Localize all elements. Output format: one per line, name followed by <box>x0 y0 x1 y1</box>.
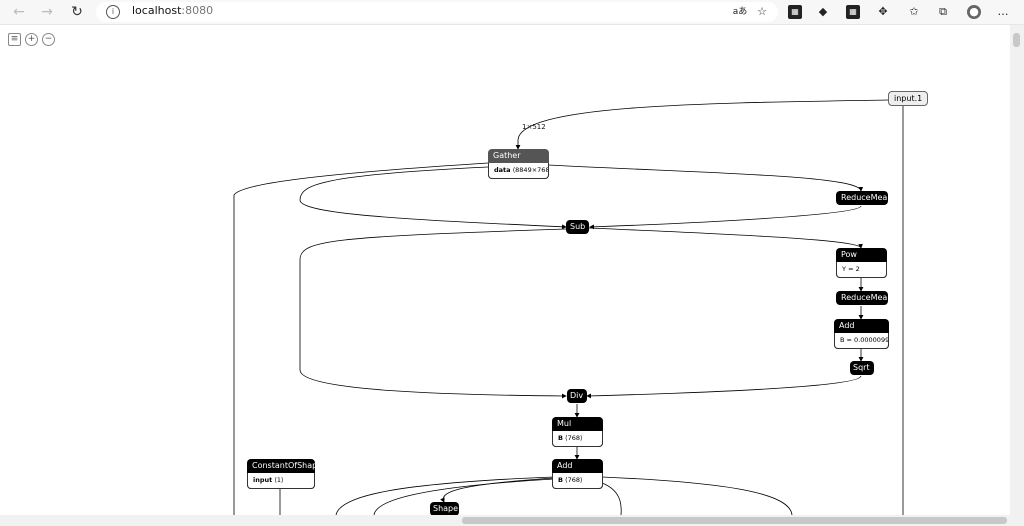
node-reducemean-2[interactable]: ReduceMean <box>836 291 893 305</box>
extension-icon[interactable]: ▦ <box>788 5 802 19</box>
attr-name: Y <box>842 265 846 273</box>
node-constantofshape[interactable]: ConstantOfShape input ⟨1⟩ <box>247 459 323 489</box>
back-icon[interactable]: ← <box>10 3 28 21</box>
node-reducemean-title: ReduceMean <box>841 193 893 202</box>
node-add-bias-attr: B ⟨768⟩ <box>552 473 603 489</box>
node-constantofshape-attr: input ⟨1⟩ <box>247 473 315 489</box>
more-menu-icon[interactable]: … <box>996 5 1010 19</box>
graph-canvas[interactable]: ≡ + − 1×512 input.1 Gather data ⟨8849×76… <box>0 25 1010 515</box>
horizontal-scrollbar[interactable] <box>0 515 1010 526</box>
extensions-puzzle-icon[interactable]: ✥ <box>876 5 890 19</box>
attr-value: ⟨768⟩ <box>565 476 583 484</box>
attr-value: = 2 <box>848 265 860 273</box>
forward-icon[interactable]: → <box>38 3 56 21</box>
edge-gather-reducemean <box>547 164 864 192</box>
edge-sub-div <box>299 228 567 399</box>
edge-reducemean-sub <box>589 205 862 230</box>
node-mul-attr: B ⟨768⟩ <box>552 431 603 447</box>
node-add-bias-title: Add <box>557 461 573 470</box>
extension-grid-icon[interactable]: ▦ <box>846 5 860 19</box>
url-port: :8080 <box>181 4 214 17</box>
node-shape[interactable]: Shape <box>430 502 459 515</box>
attr-value: ⟨8849×768⟩ <box>512 166 549 174</box>
node-pow[interactable]: Pow Y = 2 <box>836 248 887 278</box>
node-add-attr: B = 0.00000999... <box>834 333 889 349</box>
favorites-icon[interactable]: ✩ <box>907 5 921 19</box>
node-gather[interactable]: Gather data ⟨8849×768⟩ <box>488 149 549 179</box>
attr-value: ⟨1⟩ <box>274 476 284 484</box>
node-div-title: Div <box>570 391 584 400</box>
edge-input-gather <box>515 99 889 150</box>
node-gather-title: Gather <box>493 151 521 160</box>
node-sub-title: Sub <box>570 222 586 231</box>
attr-value: = 0.00000999... <box>846 336 889 344</box>
node-add-bias[interactable]: Add B ⟨768⟩ <box>552 459 603 489</box>
node-sub[interactable]: Sub <box>566 220 589 234</box>
node-add-title: Add <box>839 321 855 330</box>
edge-add-shape <box>440 477 555 503</box>
node-input[interactable]: input.1 <box>888 91 929 106</box>
url-host: localhost <box>132 4 182 17</box>
node-reducemean[interactable]: ReduceMean <box>836 191 893 205</box>
attr-name: data <box>494 166 511 174</box>
browser-toolbar: ← → ↻ i localhost:8080 aあ ☆ ▦ ◆ ▦ ✥ ✩ ⧉ … <box>0 0 1024 25</box>
info-icon[interactable]: i <box>106 5 120 19</box>
read-aloud-icon[interactable]: aあ <box>732 5 748 19</box>
profile-avatar-icon[interactable]: ● <box>967 5 981 19</box>
node-pow-title: Pow <box>841 250 857 259</box>
attr-name: B <box>840 336 845 344</box>
node-input-title: input.1 <box>894 94 923 103</box>
url-text: localhost:8080 <box>132 4 213 17</box>
edge-sqrt-div <box>586 375 862 399</box>
attr-name: input <box>253 476 273 484</box>
node-sqrt-title: Sqrt <box>853 363 870 372</box>
node-mul[interactable]: Mul B ⟨768⟩ <box>552 417 603 447</box>
node-reducemean-2-title: ReduceMean <box>841 293 893 302</box>
node-mul-title: Mul <box>557 419 572 428</box>
horizontal-scrollbar-thumb[interactable] <box>462 517 1007 524</box>
vertical-scrollbar[interactable] <box>1010 25 1024 515</box>
scrollbar-corner <box>1010 515 1024 526</box>
edge-add-2 <box>373 478 555 515</box>
extension-bag-icon[interactable]: ◆ <box>816 5 830 19</box>
reload-icon[interactable]: ↻ <box>68 3 86 21</box>
attr-name: B <box>558 476 563 484</box>
node-div[interactable]: Div <box>567 389 587 403</box>
attr-name: B <box>558 434 563 442</box>
edge-add-4 <box>601 476 793 515</box>
node-sqrt[interactable]: Sqrt <box>850 361 874 375</box>
address-bar[interactable]: i localhost:8080 <box>96 2 778 22</box>
node-add-epsilon[interactable]: Add B = 0.00000999... <box>834 319 889 349</box>
attr-value: ⟨768⟩ <box>565 434 583 442</box>
node-constantofshape-title: ConstantOfShape <box>252 461 323 470</box>
vertical-scrollbar-thumb[interactable] <box>1013 33 1020 47</box>
node-shape-title: Shape <box>433 504 459 513</box>
edge-label-shape: 1×512 <box>522 123 546 131</box>
edge-sub-pow <box>588 227 863 249</box>
edge-add-3 <box>601 482 622 515</box>
favorite-add-icon[interactable]: ☆ <box>755 5 769 19</box>
node-gather-attr: data ⟨8849×768⟩ <box>488 163 549 179</box>
node-pow-attr: Y = 2 <box>836 262 887 278</box>
collections-icon[interactable]: ⧉ <box>936 5 950 19</box>
